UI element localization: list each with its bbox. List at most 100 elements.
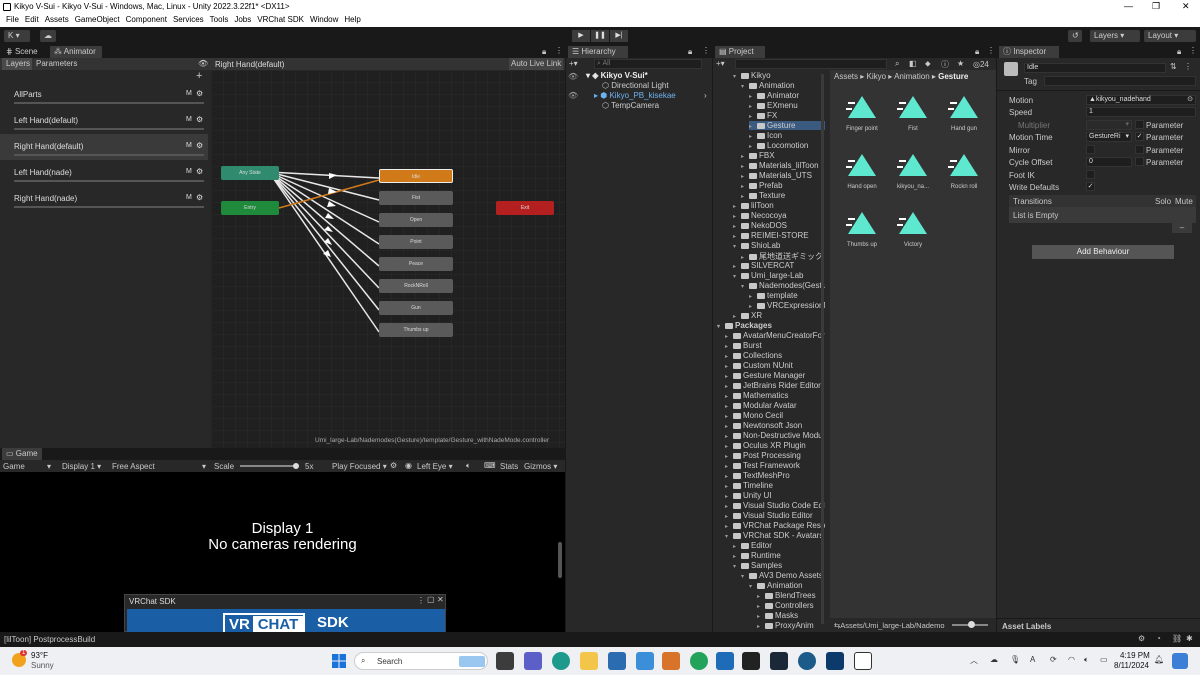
cycle-offset-parameter-checkbox[interactable] — [1135, 157, 1144, 166]
folder-item[interactable]: ▾ Animation — [749, 581, 803, 590]
folder-item[interactable]: ▸ Non-Destructive Modu — [725, 431, 823, 440]
animation-clip-asset[interactable]: Fist — [889, 94, 937, 146]
history-icon[interactable]: ↺ — [1068, 30, 1082, 42]
vertical-scrollbar[interactable] — [558, 542, 562, 578]
object-picker-icon[interactable]: ⊙ — [1187, 96, 1193, 104]
chrome-icon[interactable] — [690, 652, 708, 670]
more-icon[interactable]: ⋮ — [1189, 46, 1197, 55]
chevron-right-icon[interactable]: ▸ — [725, 343, 733, 350]
folder-item[interactable]: ▸ Controllers — [757, 601, 814, 610]
chevron-right-icon[interactable]: ▸ — [733, 213, 741, 220]
chevron-right-icon[interactable]: ▸ — [733, 553, 741, 560]
layer-item[interactable]: Left Hand(nade) M ⚙ — [0, 160, 208, 186]
mirror-parameter-checkbox[interactable] — [1135, 145, 1144, 154]
folder-item[interactable]: ▸ Runtime — [733, 551, 781, 560]
chevron-right-icon[interactable]: ▸ — [725, 453, 733, 460]
more-icon[interactable]: ⋮ — [417, 596, 425, 605]
folder-item[interactable]: ▸ Mathematics — [725, 391, 788, 400]
chevron-up-icon[interactable]: ︿ — [970, 655, 978, 666]
multiplier-dropdown[interactable]: ▾ — [1086, 120, 1132, 130]
state-name-input[interactable]: Idle — [1024, 63, 1166, 73]
menu-file[interactable]: File — [6, 15, 19, 24]
menu-jobs[interactable]: Jobs — [234, 15, 251, 24]
cloud-icon[interactable]: ☁ — [990, 655, 998, 664]
any-state-node[interactable]: Any State — [221, 166, 279, 180]
hidden-count-icon[interactable]: ◎24 — [973, 60, 989, 69]
folder-item[interactable]: ▸ Mono Cecil — [725, 411, 783, 420]
tag-input[interactable] — [1044, 76, 1196, 86]
folder-item-selected[interactable]: ▸ Gesture — [749, 121, 825, 130]
tab-project[interactable]: ▤ Project — [715, 46, 765, 58]
more-icon[interactable]: ⋮ — [702, 46, 710, 55]
folder-item[interactable]: ▸ Post Processing — [725, 451, 801, 460]
weight-bar[interactable] — [14, 102, 204, 104]
folder-item[interactable]: ▸ Prefab — [741, 181, 783, 190]
chevron-down-icon[interactable]: ▾ — [741, 83, 749, 90]
chevron-right-icon[interactable]: ▸ — [733, 263, 741, 270]
folder-item[interactable]: ▸ Oculus XR Plugin — [725, 441, 806, 450]
menu-help[interactable]: Help — [344, 15, 360, 24]
step-button[interactable]: ▶| — [610, 30, 628, 42]
aspect-dropdown[interactable]: Free Aspect ▾ — [112, 462, 206, 471]
folder-item[interactable]: ▸ Timeline — [725, 481, 773, 490]
clock-time[interactable]: 4:19 PM — [1120, 651, 1150, 660]
file-explorer-icon[interactable] — [580, 652, 598, 670]
chevron-right-icon[interactable]: ▸ — [733, 233, 741, 240]
folder-item[interactable]: ▸ Modular Avatar — [725, 401, 797, 410]
chevron-right-icon[interactable]: ▸ — [741, 183, 749, 190]
eye-icon[interactable]: 👁︎ — [198, 59, 208, 68]
eye-dropdown[interactable]: Left Eye ▾ — [417, 462, 453, 471]
account-dropdown[interactable]: K ▾ — [4, 30, 30, 42]
hierarchy-item-prefab[interactable]: ▸ ⬢ Kikyo_PB_kisekae — [594, 91, 676, 100]
folder-item[interactable]: ▾ AV3 Demo Assets — [741, 571, 823, 580]
play-button[interactable]: ▶ — [572, 30, 590, 42]
wifi-icon[interactable]: ◠ — [1068, 655, 1075, 664]
tab-parameters[interactable]: Parameters — [32, 58, 80, 70]
folder-item[interactable]: ▾ Umi_large-Lab — [733, 271, 803, 280]
chevron-right-icon[interactable]: ▸ — [725, 503, 733, 510]
folder-item[interactable]: ▸ AvatarMenuCreatorFor — [725, 331, 825, 340]
folder-item[interactable]: ▸ Test Framework — [725, 461, 800, 470]
chevron-right-icon[interactable]: ▸ — [725, 423, 733, 430]
scale-slider[interactable] — [240, 465, 296, 467]
state-idle[interactable]: Idle — [379, 169, 453, 183]
animator-graph[interactable]: Any State Entry Exit Idle Fist Open Poin… — [211, 70, 565, 448]
folder-item[interactable]: ▸ BlendTrees — [757, 591, 816, 600]
folder-item[interactable]: ▾ Packages — [717, 321, 772, 330]
animation-clip-asset[interactable]: Rockn roll — [940, 152, 988, 204]
chevron-right-icon[interactable]: ▸ — [725, 443, 733, 450]
folder-item[interactable]: ▸ Collections — [725, 351, 782, 360]
hierarchy-search-input[interactable]: ⌕ All — [594, 59, 702, 69]
search-icon[interactable]: ⌕ — [895, 59, 899, 69]
breadcrumb-item[interactable]: Kikyo — [866, 72, 886, 81]
tab-animator[interactable]: ⁂ Animator — [50, 46, 102, 58]
tab-game[interactable]: ▭ Game — [2, 448, 42, 460]
app-icon[interactable] — [662, 652, 680, 670]
menu-services[interactable]: Services — [173, 15, 204, 24]
folder-item[interactable]: ▸ JetBrains Rider Editor — [725, 381, 821, 390]
chevron-right-icon[interactable]: ▸ — [741, 173, 749, 180]
chevron-right-icon[interactable]: ▸ — [733, 223, 741, 230]
menu-vrchat-sdk[interactable]: VRChat SDK — [257, 15, 304, 24]
store-icon[interactable] — [608, 652, 626, 670]
animator-breadcrumb[interactable]: Right Hand(default) — [215, 60, 284, 69]
menu-tools[interactable]: Tools — [210, 15, 229, 24]
lock-icon[interactable]: 🔒︎ — [1177, 47, 1181, 57]
mirror-checkbox[interactable] — [1086, 145, 1095, 154]
folder-item[interactable]: ▸ VRChat Package Reso — [725, 521, 825, 530]
folder-item[interactable]: ▸ Visual Studio Editor — [725, 511, 813, 520]
vr-icon[interactable] — [854, 652, 872, 670]
mute-audio-icon[interactable]: 🔈︎ — [466, 461, 471, 471]
chevron-right-icon[interactable]: ▸ — [757, 613, 765, 620]
chevron-down-icon[interactable]: ▾ — [717, 323, 725, 330]
auto-live-link-button[interactable]: Auto Live Link — [509, 58, 563, 70]
folder-item[interactable]: ▸ Editor — [733, 541, 772, 550]
menu-window[interactable]: Window — [310, 15, 338, 24]
more-icon[interactable]: ⋮ — [987, 46, 995, 55]
gear-icon[interactable]: ⚙ — [196, 141, 203, 150]
folder-item[interactable]: ▸ SILVERCAT — [733, 261, 794, 270]
folder-item[interactable]: ▸ XR — [733, 311, 762, 320]
chevron-right-icon[interactable]: ▸ — [749, 303, 757, 310]
chevron-right-icon[interactable]: ▸ — [725, 493, 733, 500]
app-icon[interactable] — [826, 652, 844, 670]
